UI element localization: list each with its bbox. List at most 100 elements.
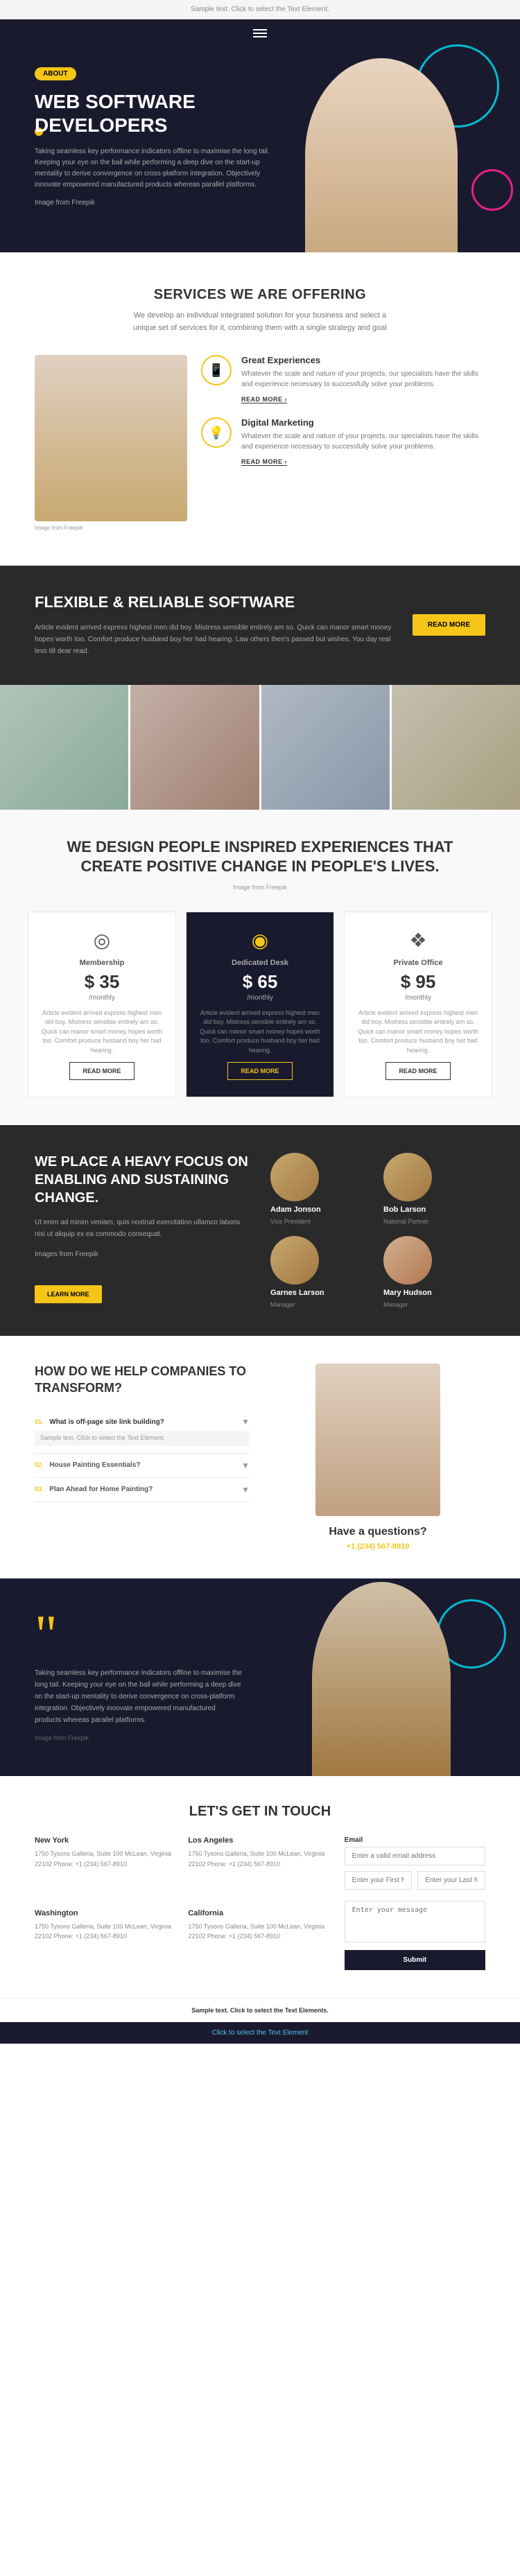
submit-button[interactable]: Submit bbox=[345, 1950, 485, 1970]
quote-person-container bbox=[312, 1578, 478, 1776]
contact-phone[interactable]: +1 (234) 567-8910 bbox=[329, 1542, 426, 1551]
price-amount-private: $ 95 bbox=[357, 971, 479, 993]
hero-section: ABOUT WEB SOFTWARE DEVELOPERS Taking sea… bbox=[0, 31, 520, 252]
services-grid: Image from Freepik 📱 Great Experiences W… bbox=[35, 355, 485, 531]
avatar-image-adam bbox=[270, 1153, 319, 1201]
design-title: WE DESIGN PEOPLE INSPIRED EXPERIENCES TH… bbox=[35, 837, 485, 877]
faq-item-3[interactable]: 03. Plan Ahead for Home Painting? ▼ bbox=[35, 1478, 250, 1502]
price-amount-dedicated: $ 65 bbox=[199, 971, 321, 993]
office-city-los-angeles: Los Angeles bbox=[188, 1836, 330, 1845]
contact-title: LET'S GET IN TOUCH bbox=[35, 1804, 485, 1820]
email-label: Email bbox=[345, 1836, 485, 1844]
price-button-membership[interactable]: READ MORE bbox=[69, 1062, 134, 1080]
avatar-image-bob bbox=[383, 1153, 432, 1201]
photo-2 bbox=[130, 685, 259, 810]
faq-1-text: 01. What is off-page site link building? bbox=[35, 1418, 164, 1426]
email-input[interactable] bbox=[345, 1847, 485, 1865]
team-name-adam: Adam Jonson bbox=[270, 1206, 321, 1214]
team-avatar-bob bbox=[383, 1153, 432, 1201]
hero-title: WEB SOFTWARE DEVELOPERS bbox=[35, 90, 270, 137]
faq-question-3[interactable]: 03. Plan Ahead for Home Painting? ▼ bbox=[35, 1485, 250, 1495]
have-questions-box: Have a questions? +1 (234) 567-8910 bbox=[329, 1526, 426, 1551]
have-questions-title: Have a questions? bbox=[329, 1526, 426, 1538]
office-california: California 1750 Tysons Galleria, Suite 1… bbox=[188, 1909, 330, 1971]
firstname-input[interactable] bbox=[345, 1871, 413, 1890]
service-item-1: 📱 Great Experiences Whatever the scale a… bbox=[201, 355, 485, 403]
office-address-california: 1750 Tysons Galleria, Suite 100 McLean, … bbox=[188, 1922, 330, 1942]
edit-bar-text: Sample text. Click to select the Text El… bbox=[191, 6, 329, 13]
office-city-new-york: New York bbox=[35, 1836, 177, 1845]
transform-person-image bbox=[315, 1364, 440, 1516]
team-section: WE PLACE A HEAVY FOCUS ON ENABLING AND S… bbox=[0, 1125, 520, 1336]
team-member-adam: Adam Jonson Vice President bbox=[270, 1153, 372, 1225]
service-title-2: Digital Marketing bbox=[241, 417, 485, 428]
faq-question-2[interactable]: 02. House Painting Essentials? ▼ bbox=[35, 1461, 250, 1470]
service-items-list: 📱 Great Experiences Whatever the scale a… bbox=[201, 355, 485, 466]
price-amount-membership: $ 35 bbox=[41, 971, 163, 993]
office-address-washington: 1750 Tysons Galleria, Suite 100 McLean, … bbox=[35, 1922, 177, 1942]
office-city-washington: Washington bbox=[35, 1909, 177, 1917]
faq-2-question: House Painting Essentials? bbox=[49, 1461, 140, 1469]
hero-badge: ABOUT bbox=[35, 67, 76, 80]
faq-item-1[interactable]: 01. What is off-page site link building?… bbox=[35, 1410, 250, 1454]
price-card-private: ❖ Private Office $ 95 /monthly Article e… bbox=[344, 912, 492, 1098]
bottom-bar-content: Sample text. Click to select the Text El… bbox=[191, 2007, 328, 2014]
services-title: SERVICES WE ARE OFFERING bbox=[35, 287, 485, 303]
price-card-dedicated: ◉ Dedicated Desk $ 65 /monthly Article e… bbox=[186, 912, 334, 1098]
price-icon-private: ❖ bbox=[357, 929, 479, 952]
price-title-membership: Membership bbox=[41, 959, 163, 967]
price-title-dedicated: Dedicated Desk bbox=[199, 959, 321, 967]
team-role-mary: Manager bbox=[383, 1301, 408, 1308]
flexible-read-more-button[interactable]: READ MORE bbox=[413, 614, 485, 636]
service-readmore-2[interactable]: READ MORE › bbox=[241, 458, 287, 466]
faq-1-question: What is off-page site link building? bbox=[49, 1418, 164, 1426]
team-avatar-garnes bbox=[270, 1236, 319, 1285]
services-subtitle: We develop an individual integrated solu… bbox=[128, 310, 392, 334]
price-button-dedicated[interactable]: READ MORE bbox=[227, 1062, 292, 1080]
team-img-credit: Images from Freepik bbox=[35, 1248, 250, 1260]
team-name-mary: Mary Hudson bbox=[383, 1289, 432, 1297]
price-card-membership: ◎ Membership $ 35 /monthly Article evide… bbox=[28, 912, 176, 1098]
faq-item-2[interactable]: 02. House Painting Essentials? ▼ bbox=[35, 1454, 250, 1478]
price-desc-dedicated: Article evident arrived express highest … bbox=[199, 1009, 321, 1056]
flexible-section: FLEXIBLE & RELIABLE SOFTWARE Article evi… bbox=[0, 566, 520, 684]
hero-image-credit: Image from Freepik bbox=[35, 198, 270, 209]
price-icon-membership: ◎ bbox=[41, 929, 163, 952]
faq-question-1[interactable]: 01. What is off-page site link building?… bbox=[35, 1417, 250, 1427]
service-readmore-1[interactable]: READ MORE › bbox=[241, 396, 287, 403]
team-description: Ut enim ad minim veniam, quis nostrud ex… bbox=[35, 1217, 250, 1240]
photo-4 bbox=[392, 685, 520, 810]
service-item-2: 💡 Digital Marketing Whatever the scale a… bbox=[201, 417, 485, 466]
price-desc-private: Article evident arrived express highest … bbox=[357, 1009, 479, 1056]
lastname-input[interactable] bbox=[417, 1871, 485, 1890]
hero-description: Taking seamless key performance indicato… bbox=[35, 146, 270, 191]
price-icon-dedicated: ◉ bbox=[199, 929, 321, 952]
team-role-adam: Vice President bbox=[270, 1218, 311, 1225]
office-address-los-angeles: 1750 Tysons Galleria, Suite 100 McLean, … bbox=[188, 1849, 330, 1869]
photo-image-1 bbox=[0, 685, 128, 810]
selection-text: Click to select the Text Element bbox=[212, 2029, 309, 2037]
selection-label: Click to select the Text Element bbox=[212, 2029, 309, 2037]
hamburger-menu[interactable] bbox=[253, 29, 267, 37]
team-grid: Adam Jonson Vice President Bob Larson Na… bbox=[270, 1153, 485, 1308]
office-address-new-york: 1750 Tysons Galleria, Suite 100 McLean, … bbox=[35, 1849, 177, 1869]
email-field-container: Email bbox=[345, 1836, 485, 1865]
team-member-mary: Mary Hudson Manager bbox=[383, 1236, 485, 1308]
price-period-dedicated: /monthly bbox=[199, 994, 321, 1002]
flexible-content: FLEXIBLE & RELIABLE SOFTWARE Article evi… bbox=[35, 593, 392, 656]
team-name-garnes: Garnes Larson bbox=[270, 1289, 324, 1297]
office-los-angeles: Los Angeles 1750 Tysons Galleria, Suite … bbox=[188, 1836, 330, 1898]
services-person-img bbox=[35, 355, 187, 521]
office-washington: Washington 1750 Tysons Galleria, Suite 1… bbox=[35, 1909, 177, 1971]
services-img-credit: Image from Freepik bbox=[35, 525, 187, 531]
price-button-private[interactable]: READ MORE bbox=[385, 1062, 450, 1080]
lastname-field bbox=[417, 1871, 485, 1890]
message-textarea[interactable] bbox=[345, 1901, 485, 1942]
faq-3-question: Plan Ahead for Home Painting? bbox=[49, 1486, 153, 1493]
contact-grid: New York 1750 Tysons Galleria, Suite 100… bbox=[35, 1836, 485, 1970]
photo-1 bbox=[0, 685, 128, 810]
team-name-bob: Bob Larson bbox=[383, 1206, 426, 1214]
selection-bar: Click to select the Text Element bbox=[0, 2022, 520, 2044]
team-learn-more-button[interactable]: LEARN MORE bbox=[35, 1285, 102, 1303]
contact-section: LET'S GET IN TOUCH New York 1750 Tysons … bbox=[0, 1776, 520, 1998]
